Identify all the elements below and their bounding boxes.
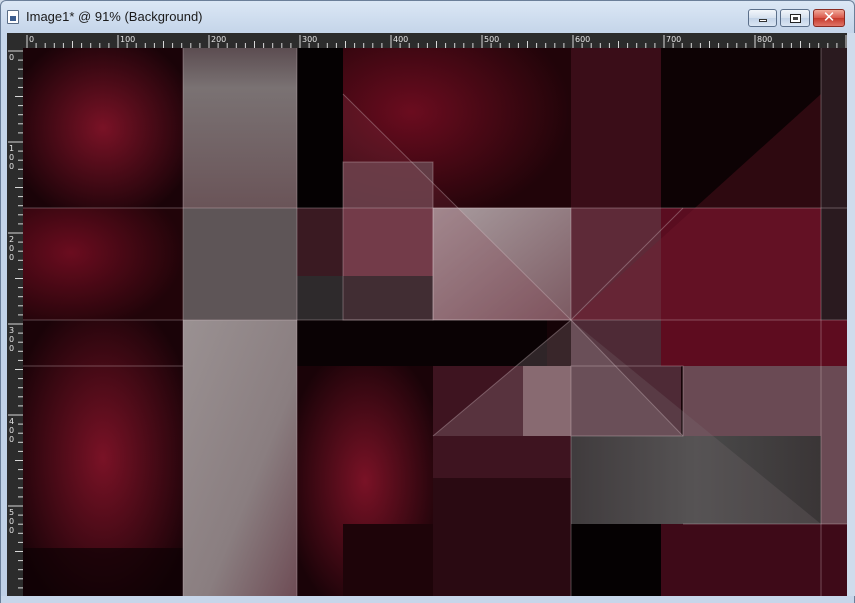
ruler-label: 0 <box>9 517 14 526</box>
vertical-ruler[interactable]: 0100200300400500 <box>7 48 23 596</box>
image-canvas[interactable] <box>23 48 847 596</box>
ruler-corner <box>7 33 23 48</box>
ruler-label: 300 <box>302 35 317 44</box>
ruler-label: 0 <box>9 253 14 262</box>
image-window: Image1* @ 91% (Background) ✕ 0 100 200 300 4… <box>0 0 855 603</box>
ruler-label: 0 <box>9 162 14 171</box>
ruler-label: 500 <box>484 35 499 44</box>
ruler-label: 0 <box>9 53 14 62</box>
close-button[interactable]: ✕ <box>813 8 845 27</box>
ruler-label: 700 <box>666 35 681 44</box>
horizontal-ruler-ticks: 0 100 200 300 400 500 600 700 800 <box>26 35 847 48</box>
ruler-label: 4 <box>9 417 14 426</box>
ruler-label: 0 <box>9 244 14 253</box>
vertical-ruler-ticks: 0100200300400500 <box>8 50 23 589</box>
ruler-label: 0 <box>9 153 14 162</box>
horizontal-ruler[interactable]: 0 100 200 300 400 500 600 700 800 <box>23 33 847 49</box>
window-bottom-frame <box>1 596 854 603</box>
ruler-label: 100 <box>120 35 135 44</box>
abstract-artwork <box>23 48 847 596</box>
ruler-label: 0 <box>9 344 14 353</box>
document-icon <box>7 10 19 24</box>
title-bar[interactable]: Image1* @ 91% (Background) ✕ <box>1 1 854 33</box>
restore-icon <box>790 14 801 23</box>
ruler-label: 800 <box>757 35 772 44</box>
ruler-label: 0 <box>9 426 14 435</box>
window-title: Image1* @ 91% (Background) <box>26 9 203 24</box>
ruler-label: 0 <box>9 435 14 444</box>
ruler-label: 1 <box>9 144 14 153</box>
ruler-label: 400 <box>393 35 408 44</box>
ruler-label: 0 <box>9 526 14 535</box>
maximize-button[interactable] <box>780 9 810 27</box>
minimize-icon <box>759 19 767 22</box>
close-icon: ✕ <box>822 8 836 26</box>
minimize-button[interactable] <box>748 9 777 27</box>
ruler-label: 5 <box>9 508 14 517</box>
ruler-label: 0 <box>9 335 14 344</box>
window-right-frame <box>847 33 855 596</box>
ruler-label: 200 <box>211 35 226 44</box>
ruler-label: 2 <box>9 235 14 244</box>
ruler-label: 3 <box>9 326 14 335</box>
ruler-label: 0 <box>29 35 34 44</box>
ruler-label: 600 <box>575 35 590 44</box>
